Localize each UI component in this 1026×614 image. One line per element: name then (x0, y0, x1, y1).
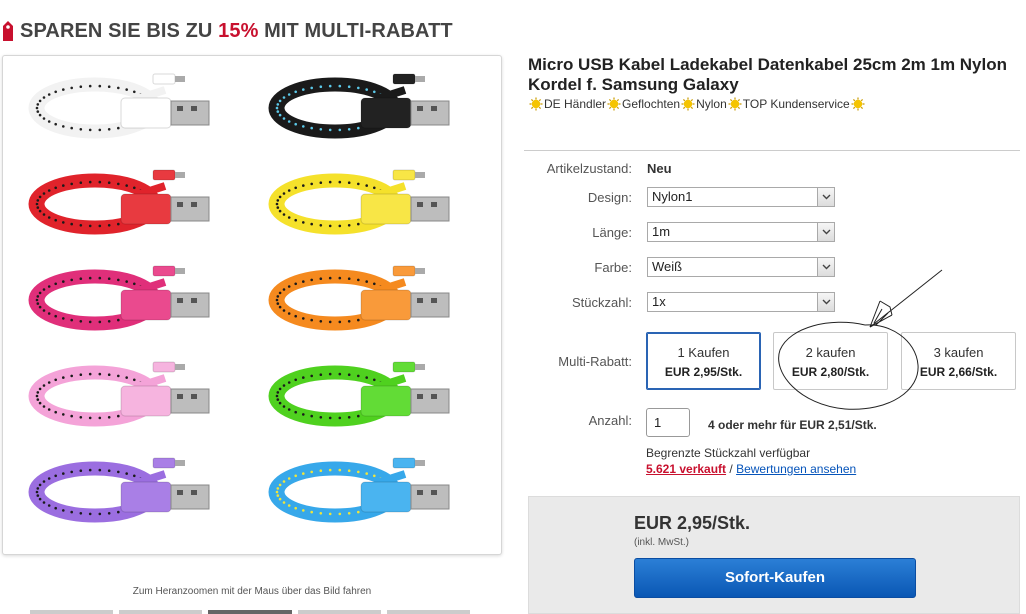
multi-rabatt-label: Multi-Rabatt: (558, 354, 632, 369)
length-select[interactable]: 1m (647, 222, 835, 242)
thumbnail[interactable] (297, 610, 381, 614)
zoom-hint: Zum Heranzoomen mit der Maus über das Bi… (132, 586, 372, 597)
usb-cable-image (265, 68, 455, 148)
usb-cable-image (25, 260, 215, 340)
product-image[interactable] (2, 55, 502, 555)
bulk-discount-note: 4 oder mehr für EUR 2,51/Stk. (708, 418, 877, 432)
multi-rabatt-option-3[interactable]: 3 kaufen EUR 2,66/Stk. (901, 332, 1016, 390)
chevron-down-icon[interactable] (817, 188, 834, 206)
reviews-link[interactable]: Bewertungen ansehen (736, 462, 856, 476)
multi-rabatt-option-1[interactable]: 1 Kaufen EUR 2,95/Stk. (646, 332, 761, 390)
color-select[interactable]: Weiß (647, 257, 835, 277)
color-label: Farbe: (594, 260, 632, 275)
usb-cable-image (25, 452, 215, 532)
tax-note: (inkl. MwSt.) (634, 537, 689, 548)
length-select-value: 1m (652, 224, 671, 239)
usb-cable-image (25, 164, 215, 244)
availability-text: Begrenzte Stückzahl verfügbar (646, 446, 811, 460)
feature-item: Geflochten (622, 97, 681, 111)
condition-label: Artikelzustand: (546, 161, 632, 176)
usb-cable-image (25, 356, 215, 436)
sold-count-link[interactable]: 5.621 verkauft (646, 462, 726, 476)
multi-rabatt-qty: 1 Kaufen (677, 345, 730, 360)
usb-cable-image (265, 260, 455, 340)
multi-rabatt-price: EUR 2,95/Stk. (664, 365, 743, 379)
usb-cable-image (25, 68, 215, 148)
multi-rabatt-option-2[interactable]: 2 kaufen EUR 2,80/Stk. (773, 332, 888, 390)
sun-star-icon (728, 97, 742, 111)
multi-rabatt-qty: 3 kaufen (933, 345, 984, 360)
multi-rabatt-qty: 2 kaufen (805, 345, 856, 360)
multi-rabatt-price: EUR 2,80/Stk. (791, 365, 870, 379)
banner-text: SPAREN SIE BIS ZU 15% MIT MULTI-RABATT (20, 19, 453, 42)
multi-rabatt-banner: SPAREN SIE BIS ZU 15% MIT MULTI-RABATT (0, 18, 453, 44)
feature-item: TOP Kundenservice (742, 97, 850, 111)
sun-star-icon (851, 97, 865, 111)
length-label: Länge: (592, 225, 632, 240)
banner-percent: 15% (218, 19, 259, 42)
usb-cable-image (265, 452, 455, 532)
feature-item: Nylon (696, 97, 727, 111)
condition-value: Neu (647, 161, 672, 176)
color-select-value: Weiß (652, 259, 683, 274)
separator: / (726, 462, 737, 476)
design-select[interactable]: Nylon1 (647, 187, 835, 207)
sun-star-icon (607, 97, 621, 111)
price-tag-icon (0, 21, 16, 41)
quantity-select[interactable]: 1x (647, 292, 835, 312)
amount-label: Anzahl: (588, 413, 632, 428)
product-title: Micro USB Kabel Ladekabel Datenkabel 25c… (528, 55, 1008, 94)
quantity-select-label: Stückzahl: (572, 295, 632, 310)
sun-star-icon (529, 97, 543, 111)
chevron-down-icon[interactable] (817, 258, 834, 276)
sun-star-icon (681, 97, 695, 111)
usb-cable-image (265, 164, 455, 244)
chevron-down-icon[interactable] (817, 223, 834, 241)
chevron-down-icon[interactable] (817, 293, 834, 311)
amount-input[interactable]: 1 (646, 408, 690, 437)
buy-price: EUR 2,95/Stk. (634, 513, 751, 533)
sold-row: 5.621 verkauft / Bewertungen ansehen (646, 462, 856, 476)
design-label: Design: (587, 190, 632, 205)
thumbnail[interactable] (30, 610, 114, 614)
divider (524, 150, 1020, 151)
feature-list: DE Händler Geflochten Nylon TOP Kundenservi… (528, 97, 866, 111)
thumbnail[interactable] (208, 610, 292, 614)
thumbnail-strip[interactable] (30, 610, 471, 614)
thumbnail[interactable] (119, 610, 203, 614)
multi-rabatt-price: EUR 2,66/Stk. (919, 365, 998, 379)
feature-item: DE Händler (544, 97, 607, 111)
quantity-select-value: 1x (652, 294, 666, 309)
usb-cable-image (265, 356, 455, 436)
design-select-value: Nylon1 (652, 189, 693, 204)
buy-now-button[interactable]: Sofort-Kaufen (634, 558, 916, 598)
thumbnail[interactable] (386, 610, 471, 614)
